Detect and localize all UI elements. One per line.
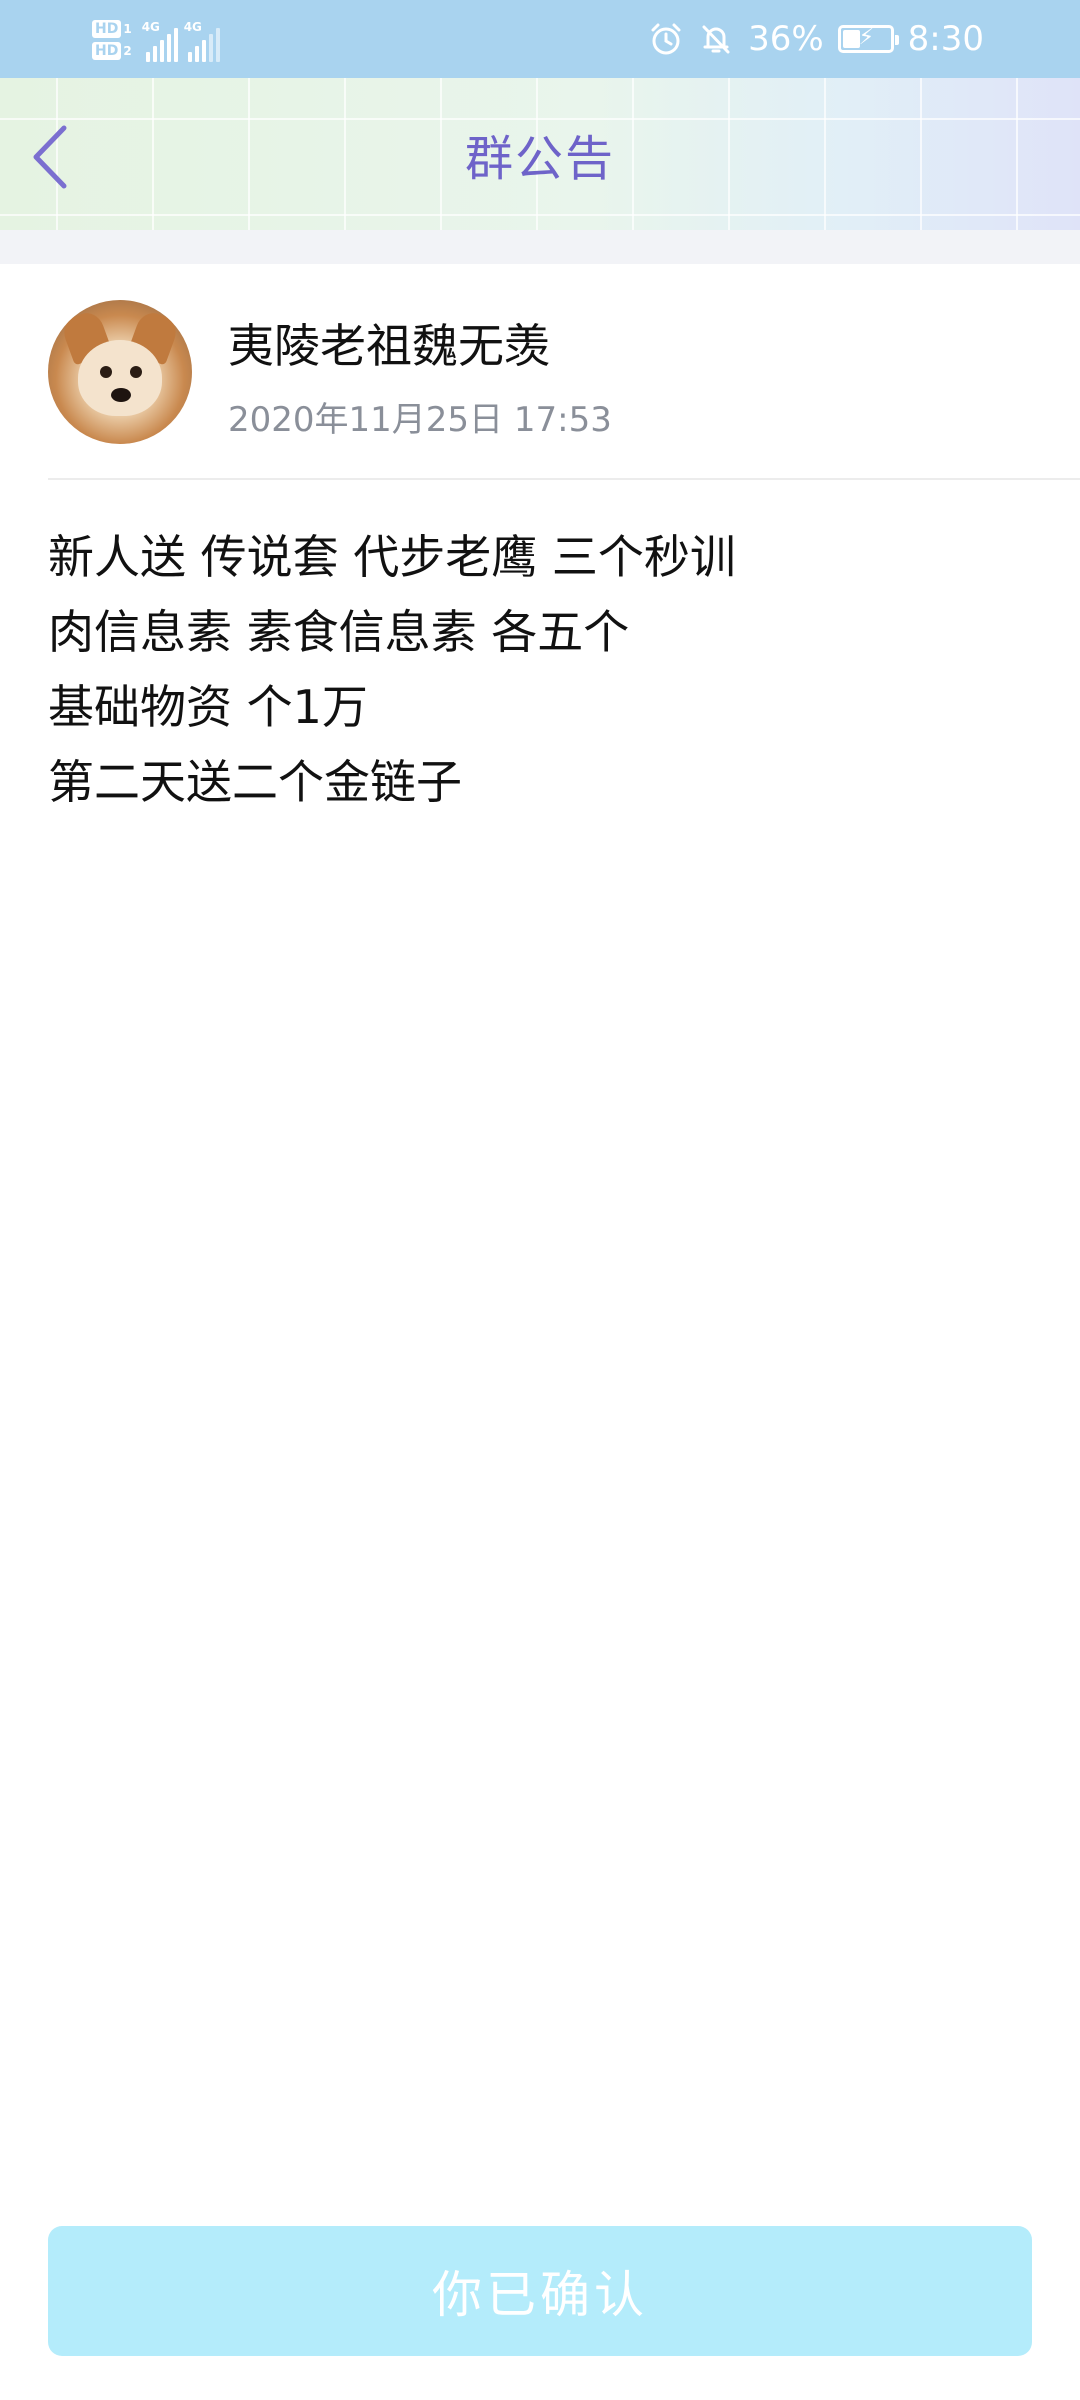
post-timestamp: 2020年11月25日 17:53 <box>228 400 612 440</box>
battery-percent: 36% <box>748 19 824 59</box>
status-left: HD 1 HD 2 4G 4G <box>92 8 220 72</box>
confirmed-button[interactable]: 你已确认 <box>48 2226 1032 2356</box>
hd-sim1: HD 1 <box>92 20 132 38</box>
avatar[interactable] <box>48 300 192 444</box>
signal-indicators: 4G 4G <box>142 18 220 62</box>
sim-number: 1 <box>123 22 132 36</box>
author-row: 夷陵老祖魏无羡 2020年11月25日 17:53 <box>0 264 1080 480</box>
status-right: 36% ⚡ 8:30 <box>648 0 984 78</box>
page-title: 群公告 <box>464 131 615 187</box>
announcement-line: 基础物资 个1万 <box>48 680 368 734</box>
network-type: 4G <box>141 20 160 34</box>
battery-charging-icon: ⚡ <box>837 25 899 53</box>
sim-number: 2 <box>123 44 132 58</box>
announcement-body: 新人送 传说套 代步老鹰 三个秒训 肉信息素 素食信息素 各五个 基础物资 个1… <box>48 520 1048 820</box>
announcement-line: 肉信息素 素食信息素 各五个 <box>48 605 630 659</box>
hd-label: HD <box>92 42 122 60</box>
header-bar: 群公告 <box>0 78 1080 230</box>
announcement-line: 第二天送二个金链子 <box>48 755 462 809</box>
clock: 8:30 <box>907 19 984 59</box>
hd-indicators: HD 1 HD 2 <box>92 20 132 60</box>
hd-label: HD <box>92 20 122 38</box>
mute-bell-icon <box>702 25 730 54</box>
hd-sim2: HD 2 <box>92 42 132 60</box>
network-type: 4G <box>183 20 202 34</box>
signal-sim1-icon: 4G <box>141 20 178 62</box>
section-divider <box>0 230 1080 264</box>
announcement-line: 新人送 传说套 代步老鹰 三个秒训 <box>48 530 736 584</box>
status-bar: HD 1 HD 2 4G 4G 36% ⚡ 8:30 <box>0 0 1080 78</box>
signal-sim2-icon: 4G <box>183 20 220 62</box>
alarm-icon <box>651 23 681 55</box>
author-name: 夷陵老祖魏无羡 <box>228 319 550 373</box>
group-announcement-screen: HD 1 HD 2 4G 4G 36% ⚡ 8:30 群公告 夷陵老祖魏无羡 2… <box>0 0 1080 2400</box>
divider <box>48 478 1080 480</box>
